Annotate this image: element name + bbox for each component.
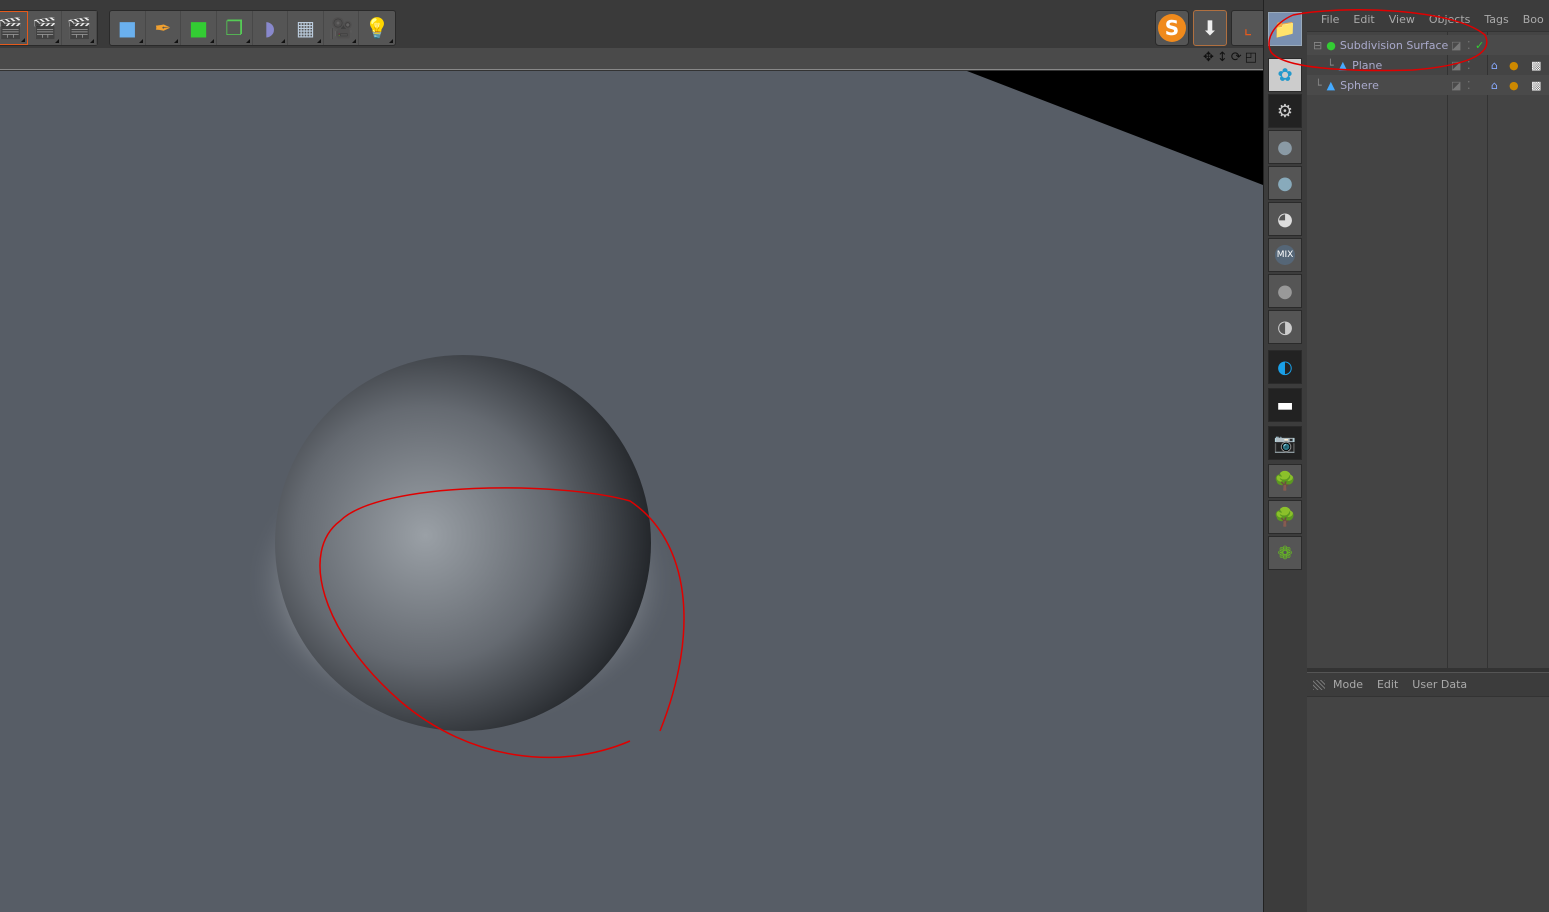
attribute-manager-menu: Mode Edit User Data [1307,673,1549,697]
metal-material-icon: ● [1277,280,1293,302]
camera-red-button[interactable]: 📷 [1268,426,1302,460]
grip-icon[interactable] [1313,679,1325,690]
material-button[interactable]: ● [1268,130,1302,164]
visibility-dots[interactable]: ⁚ [1467,79,1471,92]
zoom-icon[interactable]: ↕ [1217,50,1228,65]
settings-gear-icon: ⚙ [1276,100,1294,122]
render-to-picture-viewer-button[interactable]: 🎬 [28,11,63,45]
area-light-button[interactable]: ▬ [1268,388,1302,422]
rotate-icon[interactable]: ⟳ [1231,50,1242,65]
contrast-button[interactable]: ◐ [1268,350,1302,384]
drop-to-floor-button[interactable]: ⬇ [1193,10,1227,46]
main-toolbar: 🎬 🎬 🎬 ■ ✒ ■ ❐ ◗ ▦ 🎥 💡 S ⬇ ⌞ [0,0,1265,48]
material-icon[interactable]: ● [1509,59,1519,72]
pen-button[interactable]: ✒ [146,11,182,45]
background-void [967,71,1263,185]
attribute-manager: Mode Edit User Data [1307,672,1549,912]
checker-material-icon: ◕ [1277,208,1293,230]
deformer-bend-icon: ◗ [264,16,276,40]
render-group: 🎬 🎬 🎬 [0,10,98,46]
metal-material-button[interactable]: ● [1268,274,1302,308]
material-icon[interactable]: ● [1509,79,1519,92]
tree2-icon: 🌳 [1273,506,1297,528]
ivy-icon: ❁ [1277,542,1293,564]
glass-material-icon: ● [1277,172,1293,194]
viewport-header: ✥ ↕ ⟳ ◰ [0,48,1263,70]
render-settings-button[interactable]: 🎬 [62,11,97,45]
menu-user-data[interactable]: User Data [1412,678,1467,691]
menu-mode[interactable]: Mode [1333,678,1363,691]
ivy-button[interactable]: ❁ [1268,536,1302,570]
tree-icon: 🌳 [1273,470,1297,492]
object-group: ■ ✒ ■ ❐ ◗ ▦ 🎥 💡 [109,10,396,46]
cube-icon: ■ [117,16,137,40]
subdivision-surface-button[interactable]: ■ [181,11,217,45]
s-plugin-icon: S [1158,14,1186,42]
maximize-icon[interactable]: ◰ [1245,50,1257,65]
phong-icon[interactable]: ⌂ [1491,79,1498,92]
coordinate-axis-button[interactable]: ⌞ [1231,10,1265,46]
object-name[interactable]: Sphere [1340,79,1379,92]
render-view-button[interactable]: 🎬 [0,11,28,45]
checker-tag-icon[interactable]: ▩ [1531,79,1541,92]
settings-button[interactable]: ⚙ [1268,94,1302,128]
layer-icon[interactable]: ◪ [1451,79,1461,92]
3d-viewport[interactable] [0,71,1263,912]
pen-spline-icon: ✒ [154,16,172,40]
checker-material-button[interactable]: ◕ [1268,202,1302,236]
annotation-overlay [1268,8,1488,72]
deformer-button[interactable]: ◗ [253,11,289,45]
floor-scene-icon: ▦ [295,16,315,40]
move-icon[interactable]: ✥ [1203,50,1214,65]
contrast-icon: ◐ [1277,356,1293,378]
tree-button[interactable]: 🌳 [1268,464,1302,498]
drop-to-floor-icon: ⬇ [1201,16,1219,40]
coordinate-axis-icon: ⌞ [1243,17,1253,39]
light-button[interactable]: 💡 [359,11,395,45]
annotation-circle-object-manager [1268,8,1488,72]
cloner-button[interactable]: ❐ [217,11,253,45]
right-palette: 📁 ✿ ⚙ ● ● ◕ MIX ● ◑ ◐ ▬ 📷 🌳 🌳 ❁ [1263,0,1307,912]
floor-button[interactable]: ▦ [288,11,324,45]
s-plugin-button[interactable]: S [1155,10,1189,46]
glass-material-button[interactable]: ● [1268,166,1302,200]
cube-button[interactable]: ■ [110,11,146,45]
light-icon: 💡 [364,16,390,40]
subdivision-surface-icon: ■ [189,16,209,40]
cloner-icon: ❐ [225,16,244,40]
viewport-render [245,71,1263,759]
object-manager: File Edit View Objects Tags Boo ⊟ ● Subd… [1307,0,1549,668]
mix-material-button[interactable]: MIX [1268,238,1302,272]
menu-bookmarks[interactable]: Boo [1523,13,1544,26]
mix-material-icon: MIX [1274,245,1296,265]
camera-button[interactable]: 🎥 [324,11,360,45]
material-icon: ● [1277,136,1293,158]
reflect-material-button[interactable]: ◑ [1268,310,1302,344]
checker-tag-icon[interactable]: ▩ [1531,59,1541,72]
menu-edit[interactable]: Edit [1377,678,1398,691]
sphere-icon: ▲ [1326,78,1336,92]
tree2-button[interactable]: 🌳 [1268,500,1302,534]
camera-icon: 🎥 [328,16,354,40]
sphere-object [275,355,651,731]
camera-red-icon: 📷 [1273,432,1297,454]
area-light-icon: ▬ [1276,394,1294,416]
reflect-material-icon: ◑ [1277,316,1293,338]
